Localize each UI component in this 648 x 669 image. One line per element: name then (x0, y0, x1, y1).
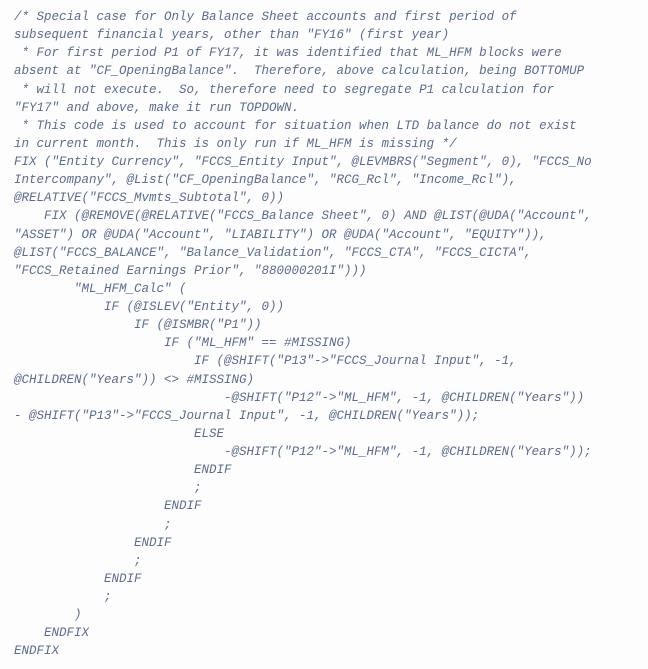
code-line: Intercompany", @List("CF_OpeningBalance"… (14, 171, 634, 189)
code-line: ; (14, 516, 634, 534)
code-line: ENDIF (14, 570, 634, 588)
code-line: ) (14, 606, 634, 624)
code-line: IF (@ISMBR("P1")) (14, 316, 634, 334)
code-line: /* Special case for Only Balance Sheet a… (14, 8, 634, 26)
code-line: absent at "CF_OpeningBalance". Therefore… (14, 62, 634, 80)
code-line: @LIST("FCCS_BALANCE", "Balance_Validatio… (14, 244, 634, 262)
code-line: ENDIF (14, 534, 634, 552)
code-line: "ASSET") OR @UDA("Account", "LIABILITY")… (14, 226, 634, 244)
code-line: - @SHIFT("P13"->"FCCS_Journal Input", -1… (14, 407, 634, 425)
code-line: FIX ("Entity Currency", "FCCS_Entity Inp… (14, 153, 634, 171)
code-line: * For first period P1 of FY17, it was id… (14, 44, 634, 62)
code-line: ; (14, 552, 634, 570)
code-line: ENDFIX (14, 624, 634, 642)
code-block: /* Special case for Only Balance Sheet a… (14, 8, 634, 661)
code-line: "FCCS_Retained Earnings Prior", "8800002… (14, 262, 634, 280)
code-line: ; (14, 588, 634, 606)
code-line: ELSE (14, 425, 634, 443)
code-line: -@SHIFT("P12"->"ML_HFM", -1, @CHILDREN("… (14, 389, 634, 407)
code-line: ENDIF (14, 497, 634, 515)
code-line: * will not execute. So, therefore need t… (14, 81, 634, 99)
code-line: FIX (@REMOVE(@RELATIVE("FCCS_Balance She… (14, 207, 634, 225)
code-line: * This code is used to account for situa… (14, 117, 634, 135)
code-line: "ML_HFM_Calc" ( (14, 280, 634, 298)
code-line: ENDFIX (14, 642, 634, 660)
code-line: IF (@ISLEV("Entity", 0)) (14, 298, 634, 316)
code-line: IF (@SHIFT("P13"->"FCCS_Journal Input", … (14, 352, 634, 370)
code-line: -@SHIFT("P12"->"ML_HFM", -1, @CHILDREN("… (14, 443, 634, 461)
code-line: ; (14, 479, 634, 497)
code-line: @CHILDREN("Years")) <> #MISSING) (14, 371, 634, 389)
code-line: ENDIF (14, 461, 634, 479)
code-line: IF ("ML_HFM" == #MISSING) (14, 334, 634, 352)
code-line: @RELATIVE("FCCS_Mvmts_Subtotal", 0)) (14, 189, 634, 207)
code-line: subsequent financial years, other than "… (14, 26, 634, 44)
code-line: in current month. This is only run if ML… (14, 135, 634, 153)
code-line: "FY17" and above, make it run TOPDOWN. (14, 99, 634, 117)
